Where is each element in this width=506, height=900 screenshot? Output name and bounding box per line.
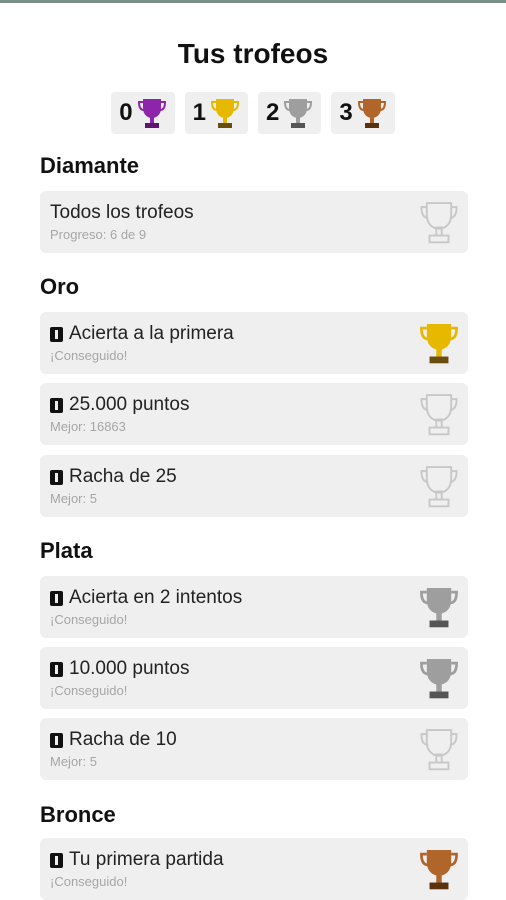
info-badge-icon (50, 732, 63, 748)
trophy-card-streak-25[interactable]: Racha de 25 Mejor: 5 (40, 455, 468, 517)
trophy-name: Todos los trofeos (50, 202, 194, 223)
trophy-name-row: 10.000 puntos (50, 657, 458, 681)
silver-trophy-icon (418, 584, 460, 630)
trophy-name-row: Tu primera partida (50, 848, 458, 872)
trophy-name: Racha de 10 (69, 729, 177, 750)
trophy-name: 25.000 puntos (69, 394, 190, 415)
trophy-name-row: Acierta a la primera (50, 322, 458, 346)
trophy-name-row: Racha de 25 (50, 465, 458, 489)
trophy-status: ¡Conseguido! (50, 612, 128, 627)
trophy-name: 10.000 puntos (69, 658, 190, 679)
trophy-name-row: 25.000 puntos (50, 393, 458, 417)
info-badge-icon (50, 590, 63, 606)
trophy-status: ¡Conseguido! (50, 348, 128, 363)
trophy-card-first-game[interactable]: Tu primera partida ¡Conseguido! (40, 838, 468, 900)
trophy-counters: 0 1 2 3 (0, 92, 506, 134)
counter-bronze-count: 3 (339, 99, 353, 126)
page-title: Tus trofeos (177, 38, 329, 69)
locked-trophy-icon (418, 463, 460, 509)
trophy-name: Tu primera partida (69, 849, 224, 870)
section-gold-title: Oro (40, 274, 80, 299)
trophy-status: Mejor: 5 (50, 754, 97, 769)
counter-gold-count: 1 (192, 99, 206, 126)
silver-trophy-icon (283, 96, 313, 130)
counter-bronze: 3 (331, 92, 395, 134)
trophy-name-row: Acierta en 2 intentos (50, 586, 458, 610)
locked-trophy-icon (418, 726, 460, 772)
trophy-status: Mejor: 5 (50, 491, 97, 506)
bronze-trophy-icon (357, 96, 387, 130)
silver-trophy-icon (418, 655, 460, 701)
trophy-card-two-tries[interactable]: Acierta en 2 intentos ¡Conseguido! (40, 576, 468, 638)
gold-trophy-icon (418, 320, 460, 366)
counter-diamond: 0 (111, 92, 175, 134)
trophy-card-points-10k[interactable]: 10.000 puntos ¡Conseguido! (40, 647, 468, 709)
counter-silver-count: 2 (266, 99, 280, 126)
info-badge-icon (50, 397, 63, 413)
section-bronze-title: Bronce (40, 802, 116, 827)
locked-trophy-icon (418, 391, 460, 437)
gold-trophy-icon (210, 96, 240, 130)
counter-diamond-count: 0 (119, 99, 133, 126)
diamond-trophy-icon (137, 96, 167, 130)
trophy-name-row: Racha de 10 (50, 728, 458, 752)
trophy-name: Acierta en 2 intentos (69, 587, 243, 608)
counter-gold: 1 (184, 92, 248, 134)
counter-silver: 2 (258, 92, 322, 134)
trophy-status: ¡Conseguido! (50, 683, 128, 698)
section-diamond-title: Diamante (40, 153, 140, 178)
bronze-trophy-icon (418, 846, 460, 892)
top-status-bar (0, 0, 506, 3)
trophy-card-first-try[interactable]: Acierta a la primera ¡Conseguido! (40, 312, 468, 374)
trophy-card-streak-10[interactable]: Racha de 10 Mejor: 5 (40, 718, 468, 780)
trophy-name: Racha de 25 (69, 466, 177, 487)
trophy-status: ¡Conseguido! (50, 874, 128, 889)
trophy-name: Acierta a la primera (69, 323, 234, 344)
trophy-card-points-25k[interactable]: 25.000 puntos Mejor: 16863 (40, 383, 468, 445)
info-badge-icon (50, 469, 63, 485)
trophy-card-all[interactable]: Todos los trofeos Progreso: 6 de 9 (40, 191, 468, 253)
trophy-status: Mejor: 16863 (50, 419, 126, 434)
info-badge-icon (50, 661, 63, 677)
info-badge-icon (50, 326, 63, 342)
info-badge-icon (50, 852, 63, 868)
section-silver-title: Plata (40, 538, 93, 563)
locked-trophy-icon (418, 199, 460, 245)
trophy-status: Progreso: 6 de 9 (50, 227, 147, 242)
